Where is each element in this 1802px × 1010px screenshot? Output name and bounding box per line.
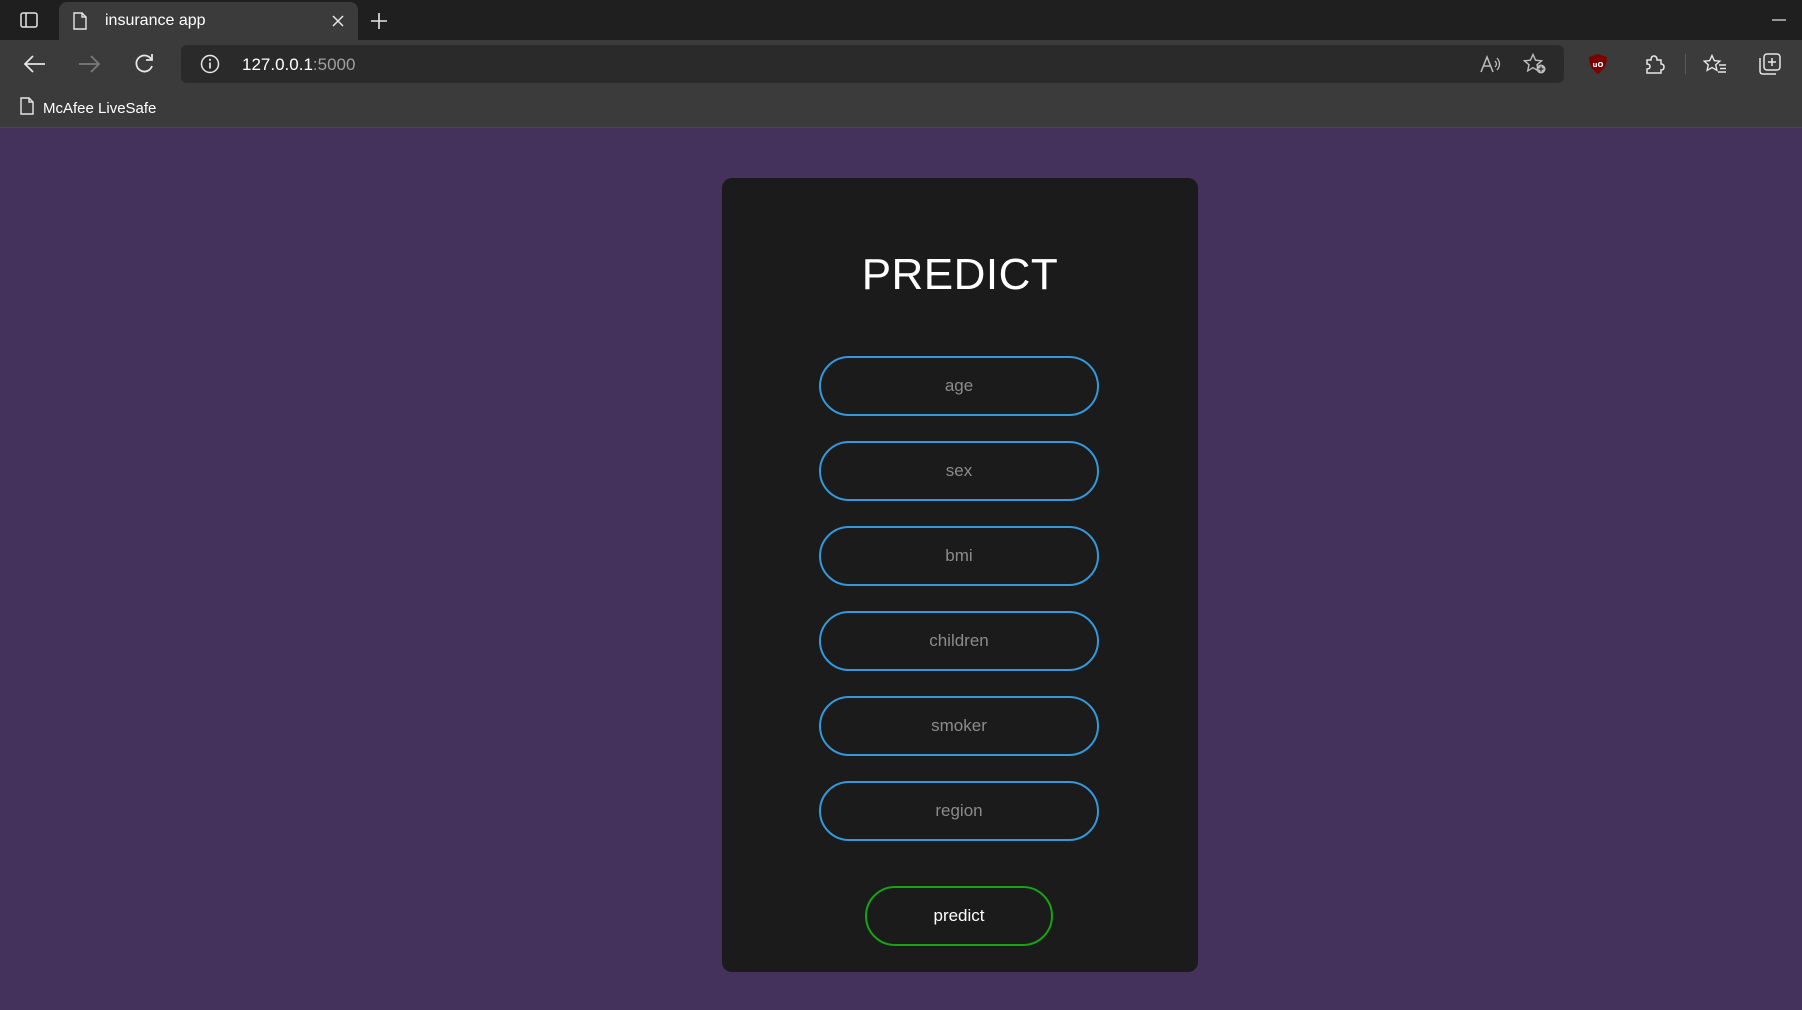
children-input[interactable] [819,611,1099,671]
bmi-input[interactable] [819,526,1099,586]
svg-text:uO: uO [1593,61,1604,69]
page-icon [20,97,34,119]
tab-title: insurance app [105,12,206,29]
ublock-origin-icon[interactable]: uO [1580,46,1616,82]
page-icon [73,12,87,35]
tab-strip: insurance app [0,0,1802,40]
bookmark-label: McAfee LiveSafe [43,99,157,117]
page-title: PREDICT [861,250,1059,299]
url-port: :5000 [312,55,356,74]
address-bar[interactable]: 127.0.0.1:5000 [181,45,1564,83]
refresh-icon[interactable] [126,46,162,82]
region-input[interactable] [819,781,1099,841]
active-tab[interactable]: insurance app [59,2,358,40]
sex-input[interactable] [819,441,1099,501]
predict-button[interactable]: predict [865,886,1053,946]
plus-icon[interactable] [366,8,392,34]
read-aloud-icon[interactable] [1478,52,1504,76]
predict-form: PREDICT predict [722,178,1198,972]
bookmarks-bar: McAfee LiveSafe [0,87,1802,128]
puzzle-icon[interactable] [1636,46,1672,82]
bookmark-mcafee-livesafe[interactable]: McAfee LiveSafe [14,95,162,121]
toolbar-divider [1685,54,1686,74]
forward-arrow-icon[interactable] [71,46,107,82]
tab-actions-icon[interactable] [14,9,44,31]
minimize-icon[interactable] [1756,0,1802,40]
favorites-icon[interactable] [1697,46,1733,82]
url-text: 127.0.0.1:5000 [242,55,355,75]
close-icon[interactable] [328,11,348,31]
url-host: 127.0.0.1 [242,55,313,74]
add-favorite-icon[interactable] [1522,52,1548,76]
browser-toolbar: 127.0.0.1:5000 uO [0,40,1802,87]
age-input[interactable] [819,356,1099,416]
smoker-input[interactable] [819,696,1099,756]
collections-icon[interactable] [1752,46,1788,82]
info-icon[interactable] [200,54,220,79]
back-arrow-icon[interactable] [17,46,53,82]
page-viewport: PREDICT predict [0,129,1802,1010]
